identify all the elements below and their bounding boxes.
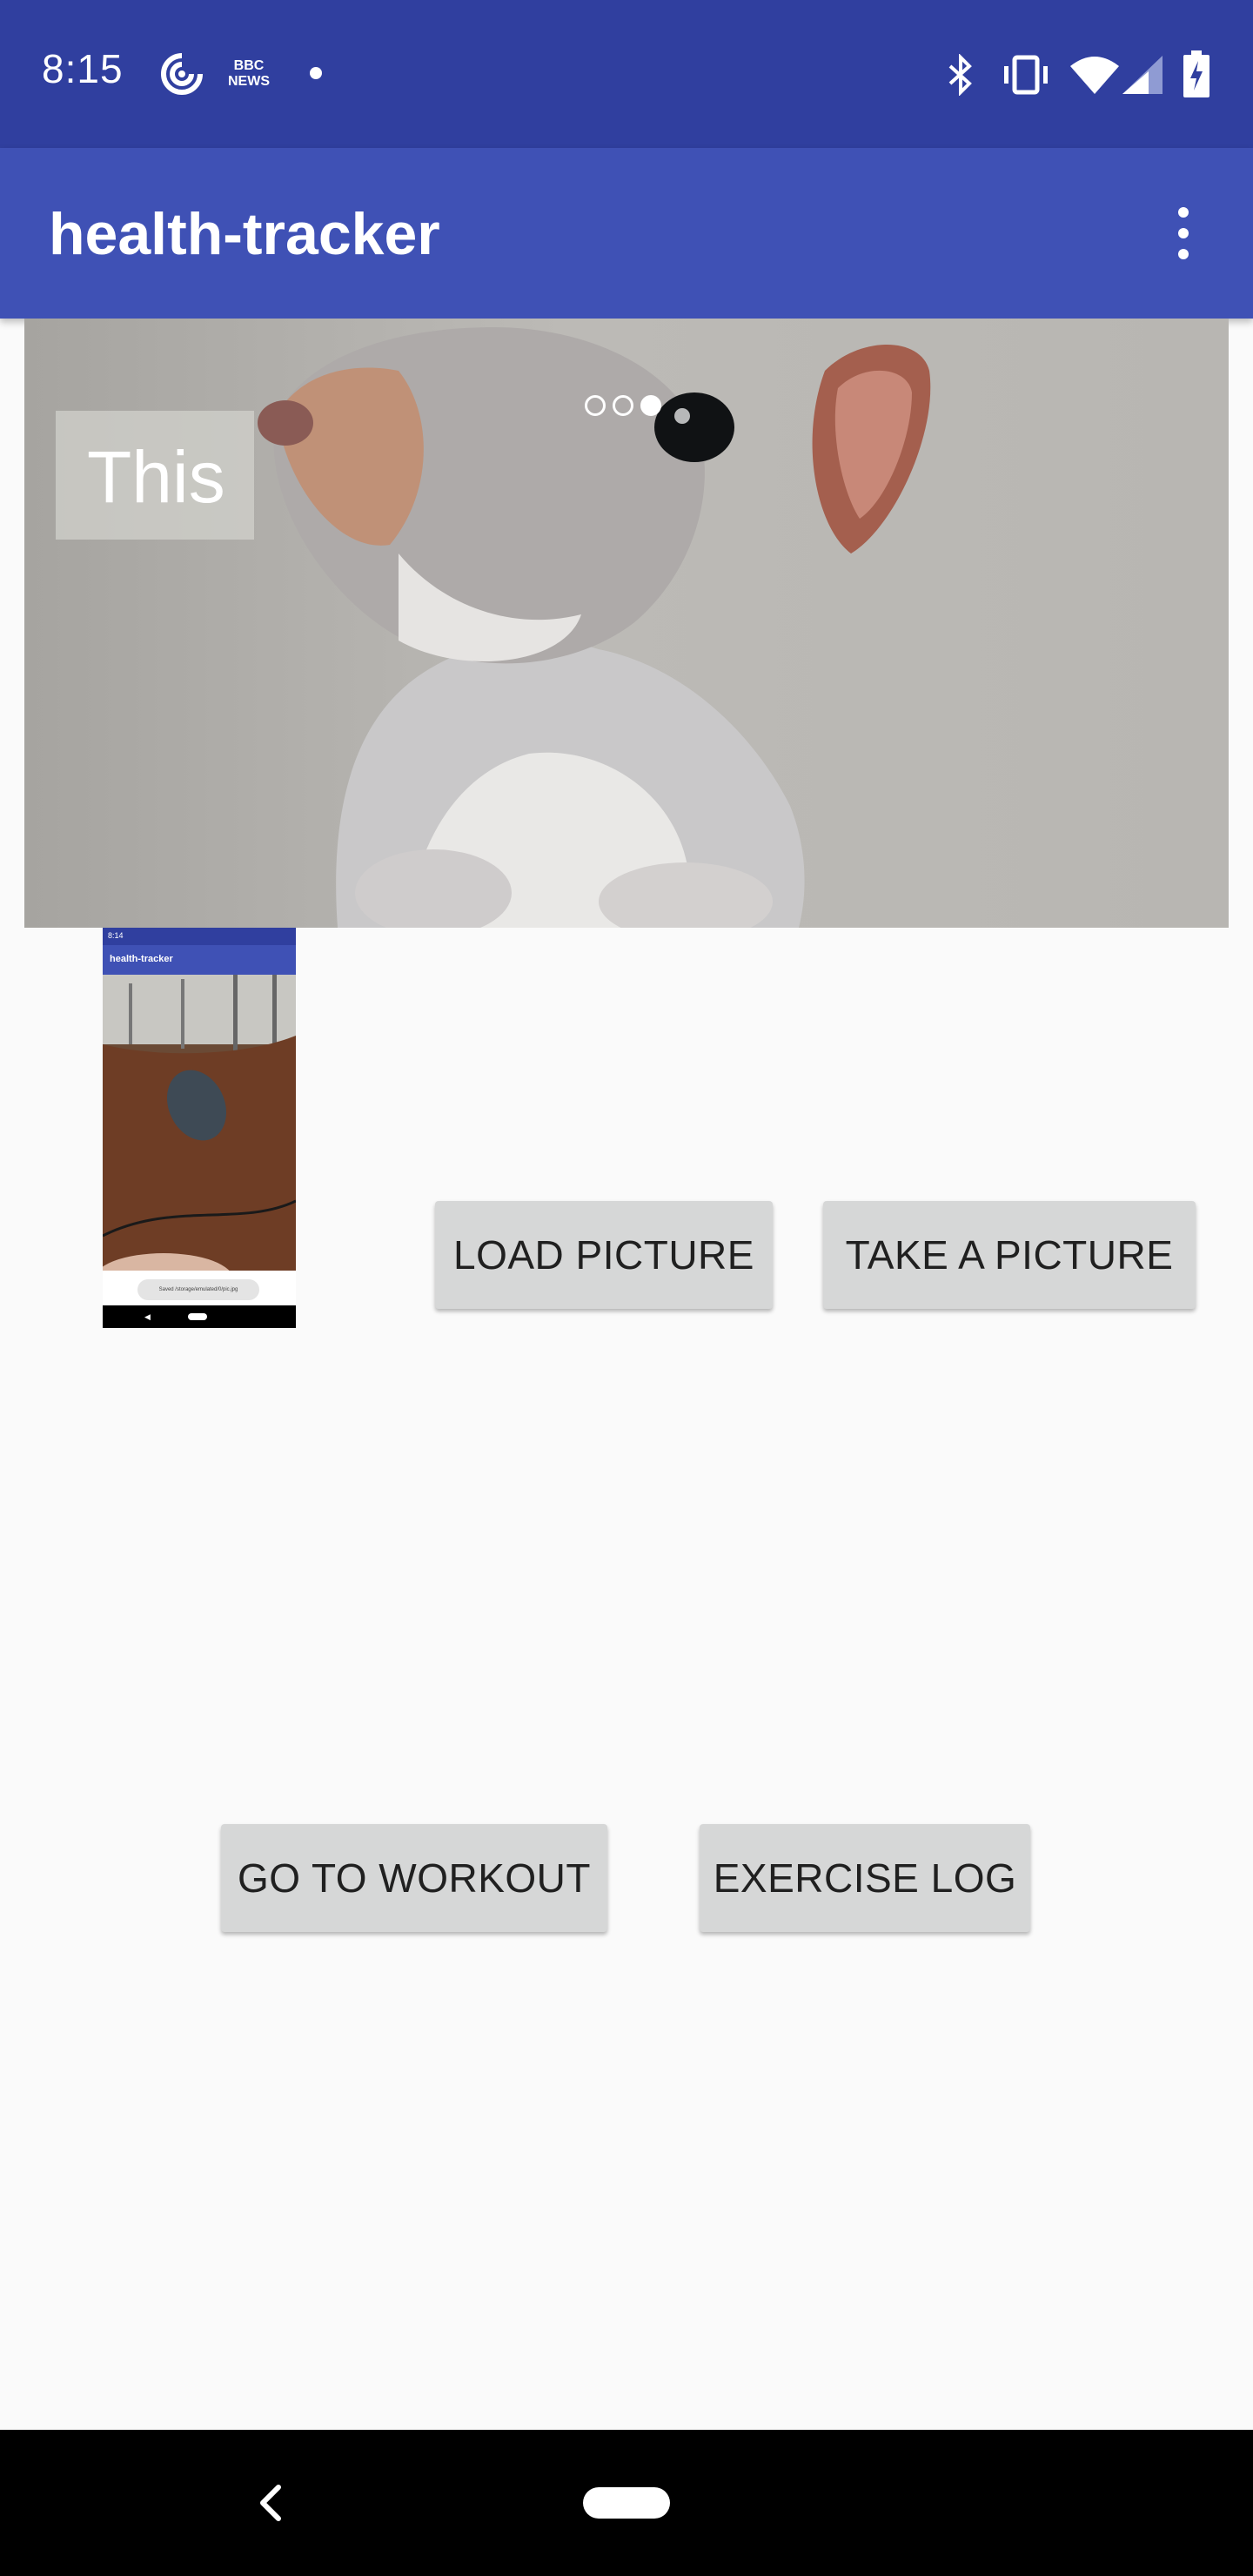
load-picture-button[interactable]: LOAD PICTURE [435, 1201, 773, 1309]
captured-picture-thumbnail[interactable]: 8:14 health-tracker Saved /storage/emula… [103, 928, 296, 1328]
carousel-caption: This [56, 411, 254, 540]
carousel-dot-active[interactable] [640, 395, 661, 416]
carousel-page-indicator [585, 395, 661, 416]
news-badge-line2: NEWS [228, 74, 270, 89]
back-icon[interactable] [252, 2470, 287, 2536]
thumbnail-photo [103, 975, 296, 1271]
app-bar: health-tracker [0, 148, 1253, 319]
carousel-dot[interactable] [585, 395, 606, 416]
carousel-dot[interactable] [613, 395, 633, 416]
battery-charging-icon [1183, 50, 1209, 97]
overflow-menu-icon[interactable] [1157, 198, 1209, 268]
bbc-news-icon: BBC NEWS [228, 58, 270, 91]
notification-dot-icon [310, 67, 322, 79]
status-bar: 8:15 BBC NEWS [0, 0, 1253, 148]
vibrate-icon [1004, 55, 1048, 95]
take-picture-button[interactable]: TAKE A PICTURE [823, 1201, 1196, 1309]
app-title: health-tracker [49, 201, 440, 267]
bluetooth-icon [948, 54, 972, 96]
wifi-icon [1070, 57, 1119, 94]
go-to-workout-button[interactable]: GO TO WORKOUT [221, 1824, 607, 1932]
thumbnail-status-bar: 8:14 [103, 928, 296, 945]
exercise-log-button[interactable]: EXERCISE LOG [700, 1824, 1030, 1932]
system-nav-bar [0, 2430, 1253, 2576]
thumbnail-nav-bar: ◀ [103, 1305, 296, 1328]
podcast-icon [161, 53, 203, 95]
home-pill-icon[interactable] [583, 2487, 670, 2519]
thumbnail-toast: Saved /storage/emulated/0/pic.jpg [137, 1279, 259, 1300]
status-time: 8:15 [42, 46, 124, 91]
carousel-caption-text: This [87, 436, 225, 518]
cell-signal-icon [1122, 56, 1163, 94]
image-carousel[interactable]: This [24, 319, 1229, 928]
thumbnail-app-title: health-tracker [103, 945, 296, 975]
news-badge-line1: BBC [233, 58, 265, 73]
